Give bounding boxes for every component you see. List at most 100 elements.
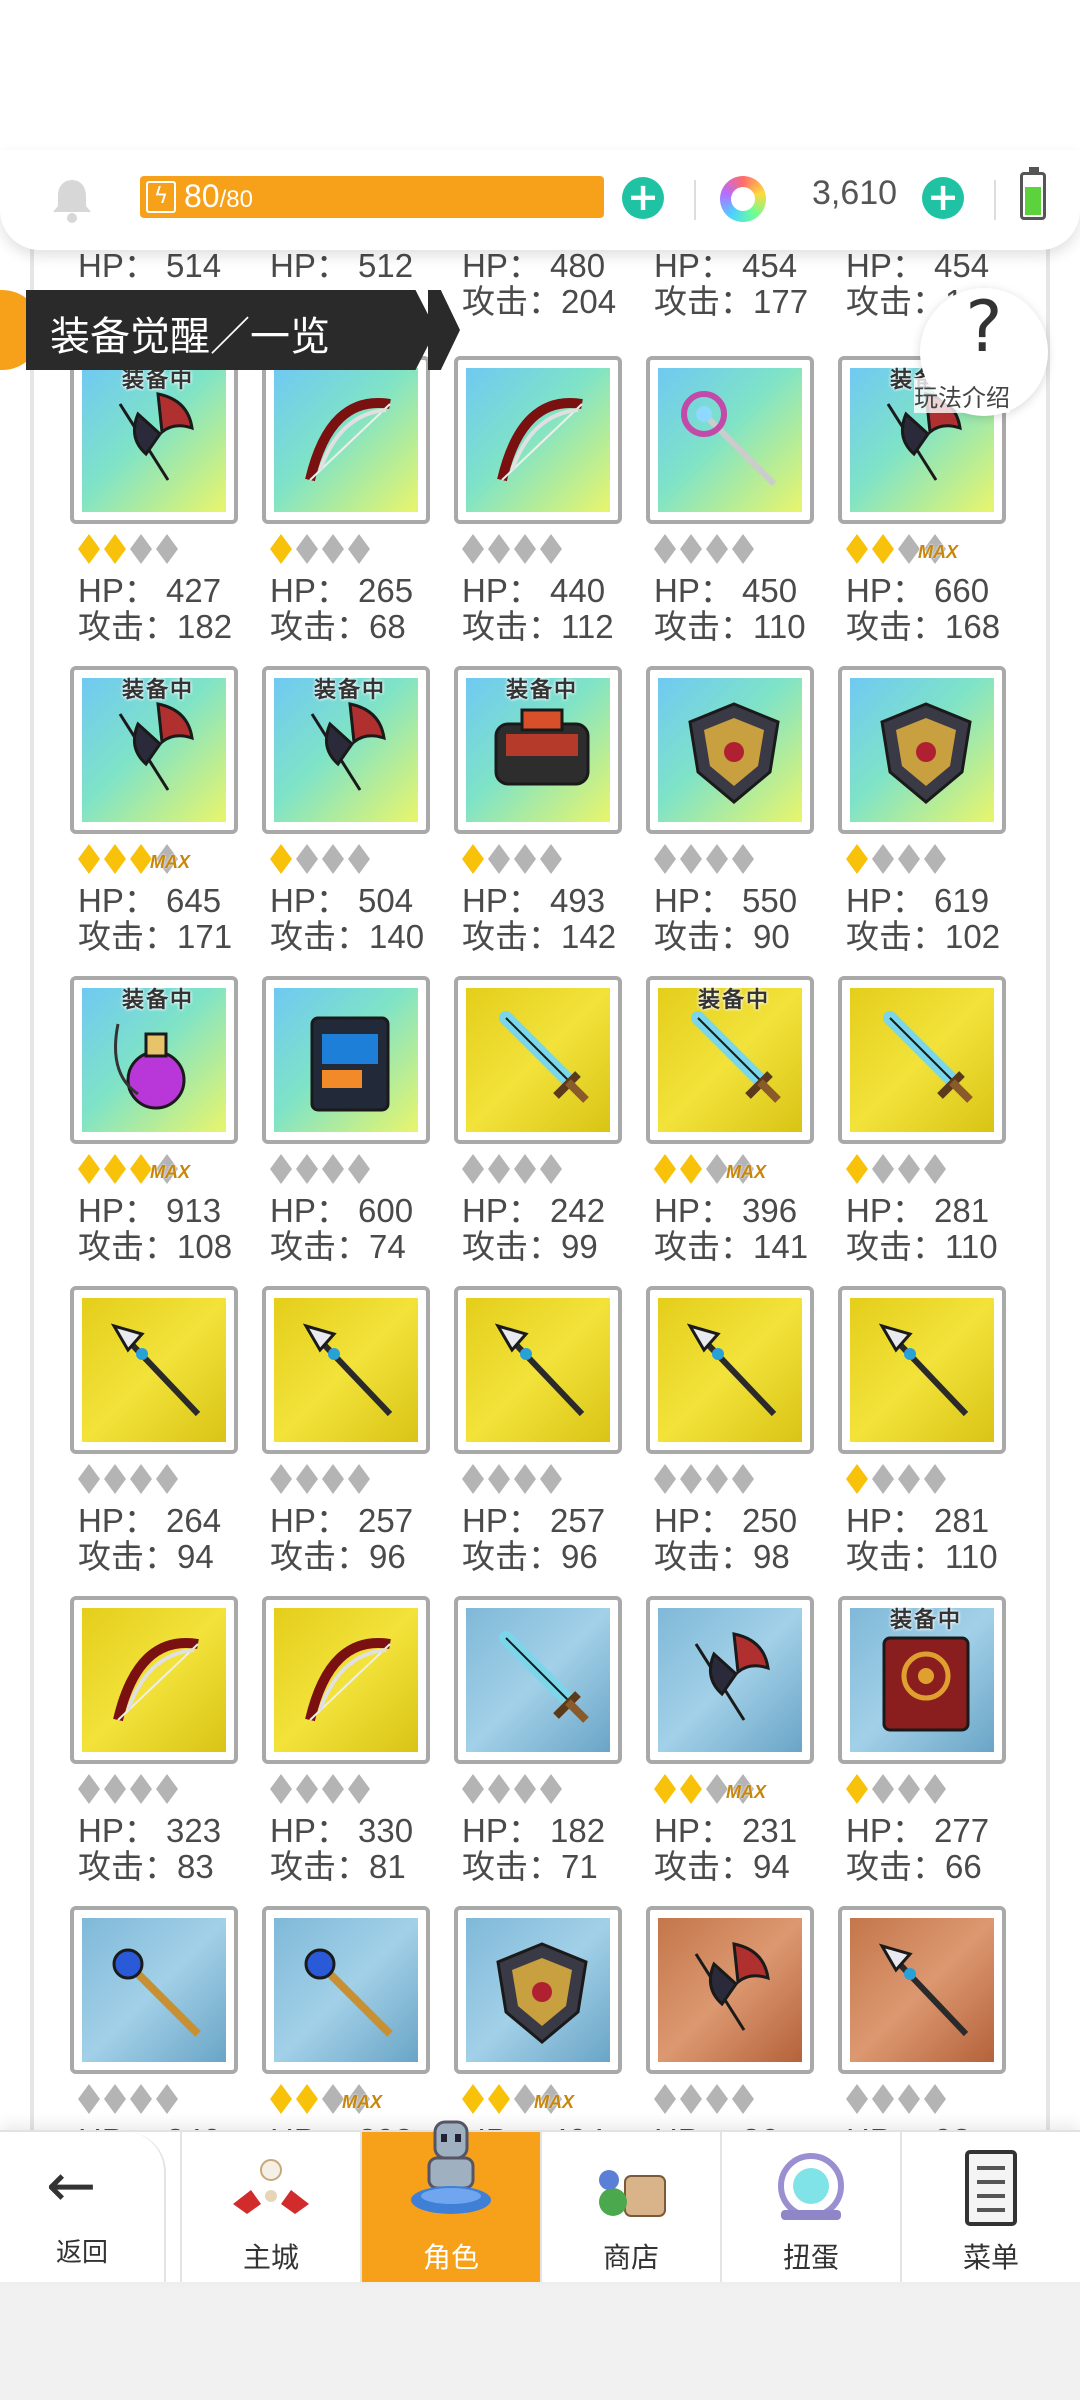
equipment-tile[interactable] — [454, 356, 622, 524]
awakening-stars — [654, 532, 824, 566]
attack-value: 攻击：102 — [846, 918, 1001, 955]
diamond-star-icon — [322, 1774, 344, 1804]
equipment-tile[interactable] — [646, 1596, 814, 1764]
attack-value: 攻击：94 — [78, 1538, 214, 1575]
diamond-star-icon — [898, 534, 920, 564]
battery-icon — [1020, 167, 1046, 220]
tab-shop[interactable]: 商店 — [540, 2132, 720, 2282]
equipment-tile[interactable] — [454, 1906, 622, 2074]
awakening-stars — [462, 1462, 632, 1496]
equipment-tile[interactable] — [646, 1286, 814, 1454]
diamond-star-icon — [680, 1464, 702, 1494]
hp-value: HP： 514 — [78, 247, 222, 284]
equipment-tile[interactable] — [70, 1906, 238, 2074]
equipment-tile[interactable]: 装备中 — [454, 666, 622, 834]
diamond-star-icon — [78, 844, 100, 874]
awakening-stars — [462, 1772, 632, 1806]
attack-value: 攻击：142 — [462, 918, 617, 955]
equipment-tile[interactable]: 装备中 — [70, 356, 238, 524]
awakening-stars: MAX — [78, 842, 248, 876]
equipment-tile[interactable] — [838, 1906, 1006, 2074]
equipment-tile[interactable] — [70, 1596, 238, 1764]
diamond-star-icon — [78, 2084, 100, 2114]
bell-icon[interactable] — [50, 176, 94, 224]
diamond-star-icon — [654, 2084, 676, 2114]
attack-value: 攻击：168 — [846, 608, 1001, 645]
tab-main-city[interactable]: 主城 — [180, 2132, 360, 2282]
diamond-star-icon — [322, 844, 344, 874]
add-gems-button[interactable]: + — [922, 177, 964, 219]
attack-value: 攻击：108 — [78, 1228, 233, 1265]
equipment-tile[interactable] — [646, 356, 814, 524]
diamond-star-icon — [296, 844, 318, 874]
awakening-stars — [462, 1152, 632, 1186]
diamond-star-icon — [540, 1774, 562, 1804]
attack-value: 攻击：66 — [846, 1848, 982, 1885]
equipment-tile[interactable]: 装备中 — [262, 666, 430, 834]
equipment-tile[interactable] — [646, 1906, 814, 2074]
system-nav-area — [0, 2280, 1080, 2400]
awakening-stars: MAX — [78, 1152, 248, 1186]
equipment-tile[interactable] — [262, 356, 430, 524]
equipment-tile[interactable] — [838, 976, 1006, 1144]
equipment-tile[interactable]: 装备中 — [838, 1596, 1006, 1764]
tab-menu[interactable]: 菜单 — [900, 2132, 1080, 2282]
attack-value: 攻击：171 — [78, 918, 233, 955]
tab-label: 主城 — [242, 2241, 299, 2274]
attack-value: 攻击：90 — [654, 918, 790, 955]
diamond-star-icon — [872, 1464, 894, 1494]
equipment-tile[interactable]: 装备中 — [646, 976, 814, 1144]
attack-value: 攻击：204 — [462, 283, 617, 320]
equipment-tile[interactable] — [646, 666, 814, 834]
max-badge: MAX — [918, 542, 958, 562]
partial-item-stats: HP： 514 — [78, 248, 221, 284]
tab-gacha[interactable]: 扭蛋 — [720, 2132, 900, 2282]
diamond-star-icon — [540, 844, 562, 874]
diamond-star-icon — [488, 1154, 510, 1184]
equipment-tile[interactable] — [454, 976, 622, 1144]
equipment-tile[interactable] — [838, 666, 1006, 834]
sword-icon — [499, 1011, 589, 1103]
equipment-tile[interactable] — [262, 1906, 430, 2074]
equipment-tile[interactable] — [70, 1286, 238, 1454]
staff-icon — [681, 391, 777, 487]
diamond-star-icon — [488, 2084, 510, 2114]
tab-label: 角色 — [422, 2241, 479, 2274]
resource-bar: ϟ 80/80 + 3,610 + — [0, 150, 1080, 250]
equipment-tile[interactable] — [262, 976, 430, 1144]
diamond-star-icon — [872, 2084, 894, 2114]
shield-icon — [880, 702, 972, 804]
diamond-star-icon — [270, 2084, 292, 2114]
diamond-star-icon — [872, 844, 894, 874]
awakening-stars — [846, 1462, 1016, 1496]
attack-value: 攻击：96 — [462, 1538, 598, 1575]
equipment-tile[interactable] — [262, 1286, 430, 1454]
diamond-star-icon — [924, 844, 946, 874]
diamond-star-icon — [296, 1774, 318, 1804]
equipment-tile[interactable] — [454, 1286, 622, 1454]
diamond-star-icon — [322, 1464, 344, 1494]
diamond-star-icon — [296, 1464, 318, 1494]
equipment-tile[interactable]: 装备中 — [70, 666, 238, 834]
hp-value: HP： 454 — [846, 247, 990, 284]
equipment-tile[interactable] — [838, 1286, 1006, 1454]
diamond-star-icon — [322, 1154, 344, 1184]
diamond-star-icon — [104, 1774, 126, 1804]
diamond-star-icon — [104, 1154, 126, 1184]
awakening-stars — [270, 1772, 440, 1806]
diamond-star-icon — [488, 1774, 510, 1804]
attack-value: 攻击：96 — [270, 1538, 406, 1575]
diamond-star-icon — [732, 534, 754, 564]
equipment-tile[interactable]: 装备中 — [70, 976, 238, 1144]
tab-character[interactable]: 角色 — [360, 2120, 540, 2282]
equipment-tile[interactable] — [262, 1596, 430, 1764]
diamond-star-icon — [296, 534, 318, 564]
back-button[interactable]: ← 返回 — [0, 2132, 166, 2282]
diamond-star-icon — [488, 844, 510, 874]
equipment-tile[interactable] — [454, 1596, 622, 1764]
bottom-navigation: ← 返回 主城 角色 商店 扭蛋 菜单 — [0, 2120, 1080, 2282]
help-button[interactable]: ? 玩法介绍 — [914, 286, 1048, 416]
awakening-stars — [270, 1462, 440, 1496]
add-energy-button[interactable]: + — [622, 177, 664, 219]
help-label: 玩法介绍 — [914, 378, 1010, 413]
